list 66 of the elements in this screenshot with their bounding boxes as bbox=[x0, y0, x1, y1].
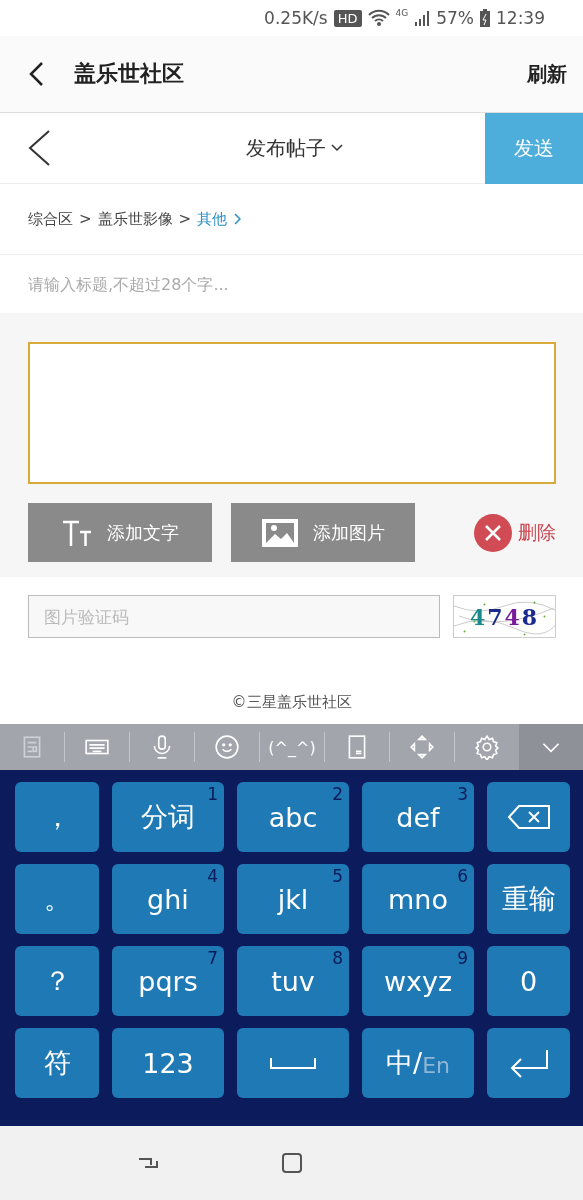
keyboard-key[interactable]: ， bbox=[15, 782, 99, 852]
key-number: 1 bbox=[207, 784, 218, 804]
key-number: 2 bbox=[332, 784, 343, 804]
clock: 12:39 bbox=[496, 8, 545, 28]
add-text-button[interactable]: 添加文字 bbox=[28, 503, 212, 562]
key-number: 7 bbox=[207, 948, 218, 968]
captcha-field[interactable]: 图片验证码 bbox=[28, 595, 440, 638]
keyboard-key[interactable]: def 3 bbox=[362, 782, 474, 852]
smiley-icon bbox=[214, 734, 240, 760]
chevron-right-icon bbox=[233, 213, 242, 225]
keyboard-key[interactable]: wxyz 9 bbox=[362, 946, 474, 1016]
send-button[interactable]: 发送 bbox=[485, 112, 583, 184]
content-field[interactable] bbox=[28, 342, 556, 484]
space-icon bbox=[269, 1056, 317, 1070]
key-number: 5 bbox=[332, 866, 343, 886]
network-type: 4G bbox=[395, 8, 409, 18]
refresh-button[interactable]: 刷新 bbox=[527, 60, 567, 88]
keyboard-key[interactable]: jkl 5 bbox=[237, 864, 349, 934]
post-type-dropdown[interactable]: 发布帖子 bbox=[51, 133, 485, 163]
image-icon bbox=[261, 517, 299, 548]
breadcrumb-item: 盖乐世影像 bbox=[97, 209, 173, 229]
kaomoji-button[interactable]: (^_^) bbox=[260, 724, 324, 770]
add-image-button[interactable]: 添加图片 bbox=[231, 503, 415, 562]
key-number: 9 bbox=[457, 948, 468, 968]
arrows-icon bbox=[409, 734, 435, 760]
breadcrumb-separator: > bbox=[178, 210, 192, 228]
wifi-icon bbox=[367, 9, 390, 27]
keyboard-key[interactable]: mno 6 bbox=[362, 864, 474, 934]
backspace-key[interactable] bbox=[487, 782, 570, 852]
backspace-icon bbox=[506, 804, 551, 830]
battery-icon bbox=[480, 9, 490, 27]
delete-button[interactable]: 删除 bbox=[474, 513, 556, 552]
keyboard-key[interactable]: 重输 bbox=[487, 864, 570, 934]
battery-percent: 57% bbox=[436, 8, 474, 28]
home-icon[interactable] bbox=[279, 1151, 304, 1175]
keyboard-key[interactable]: 0 bbox=[487, 946, 570, 1016]
key-number: 3 bbox=[457, 784, 468, 804]
close-icon bbox=[474, 513, 512, 552]
keyboard-key[interactable]: 符 bbox=[15, 1028, 99, 1098]
back-icon[interactable] bbox=[28, 61, 44, 87]
breadcrumb-separator: > bbox=[79, 210, 92, 228]
keyboard-key[interactable]: ghi 4 bbox=[112, 864, 224, 934]
signal-icon bbox=[414, 10, 431, 26]
keyboard-key[interactable]: tuv 8 bbox=[237, 946, 349, 1016]
network-speed: 0.25K/s bbox=[264, 8, 328, 28]
keyboard-key[interactable]: 中/En bbox=[362, 1028, 474, 1098]
breadcrumb-item: 综合区 bbox=[28, 209, 73, 229]
key-number: 8 bbox=[332, 948, 343, 968]
back-icon[interactable] bbox=[27, 129, 51, 167]
keyboard-key[interactable]: 。 bbox=[15, 864, 99, 934]
keyboard-key[interactable]: 123 bbox=[112, 1028, 224, 1098]
breadcrumb-link[interactable]: 其他 bbox=[197, 209, 228, 229]
copyright-text: ©三星盖乐世社区 bbox=[231, 693, 352, 712]
app-title: 盖乐世社区 bbox=[74, 60, 185, 88]
keyboard-key[interactable]: ？ bbox=[15, 946, 99, 1016]
hd-badge: HD bbox=[333, 9, 362, 27]
chevron-down-icon bbox=[330, 143, 344, 153]
text-size-icon bbox=[61, 518, 93, 547]
keyboard-key[interactable]: abc 2 bbox=[237, 782, 349, 852]
keyboard-key[interactable]: pqrs 7 bbox=[112, 946, 224, 1016]
captcha-image[interactable]: 4748 bbox=[453, 595, 556, 638]
enter-key[interactable] bbox=[487, 1028, 570, 1098]
keyboard-key[interactable]: 分词 1 bbox=[112, 782, 224, 852]
key-number: 4 bbox=[207, 866, 218, 886]
settings-icon bbox=[474, 734, 500, 760]
key-number: 6 bbox=[457, 866, 468, 886]
